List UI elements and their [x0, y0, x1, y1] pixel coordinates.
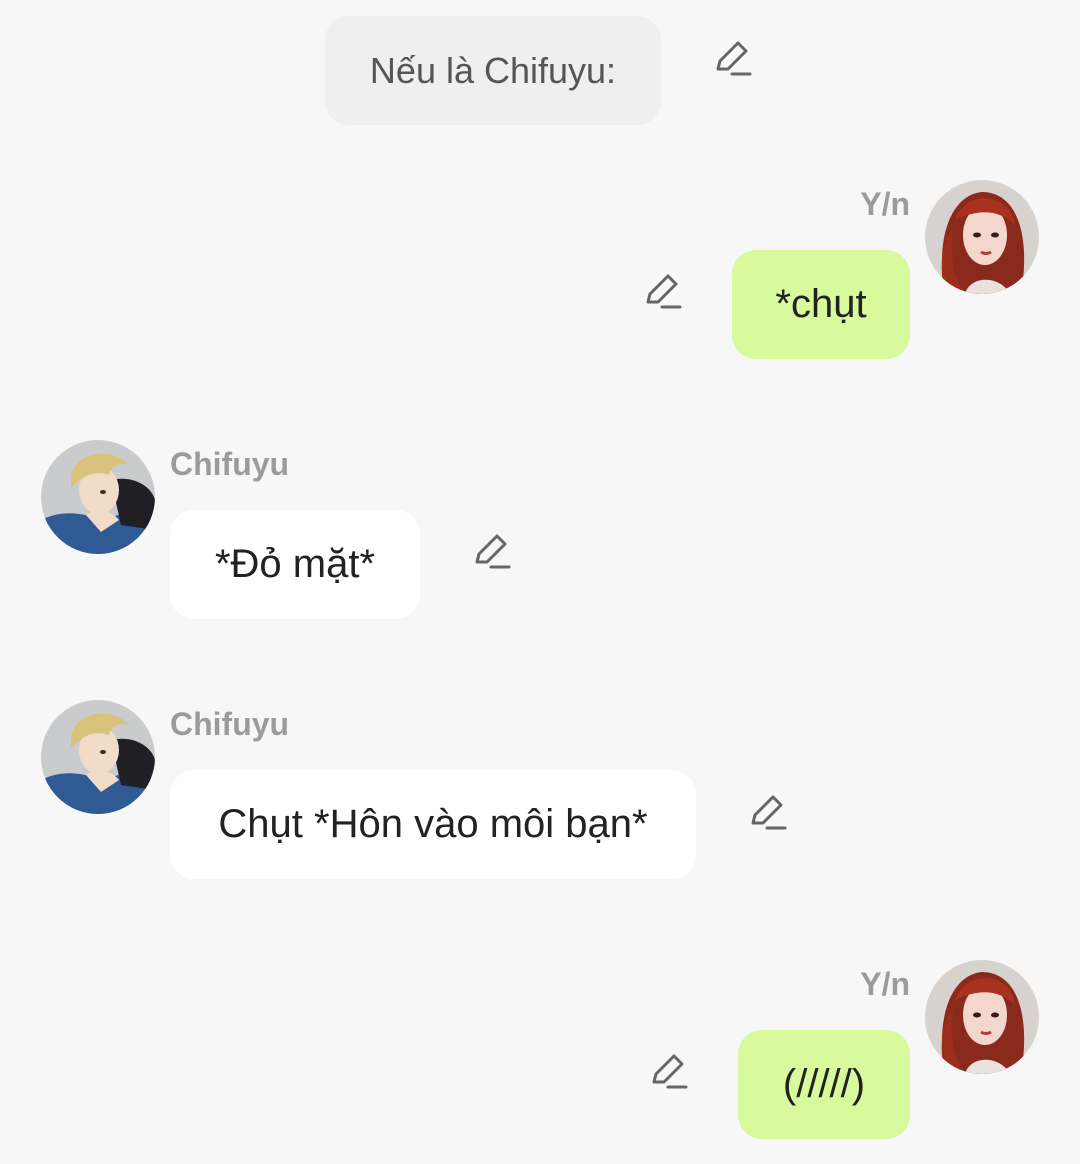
edit-pencil-icon[interactable]: [471, 532, 511, 572]
message-text: (/////): [782, 1062, 866, 1106]
message-bubble-chifuyu[interactable]: *Đỏ mặt*: [170, 510, 420, 619]
sender-name-chifuyu: Chifuyu: [170, 446, 290, 482]
edit-pencil-icon[interactable]: [712, 39, 752, 79]
avatar-yn[interactable]: [925, 180, 1039, 294]
sender-name-yn: Y/n: [860, 186, 910, 222]
sender-name-yn: Y/n: [860, 966, 910, 1002]
message-bubble-chifuyu[interactable]: Chụt *Hôn vào môi bạn*: [170, 770, 696, 879]
message-text: *chụt: [775, 282, 867, 326]
message-bubble-yn[interactable]: (/////): [738, 1030, 910, 1139]
message-bubble-yn[interactable]: *chụt: [732, 250, 910, 359]
avatar-yn[interactable]: [925, 960, 1039, 1074]
edit-pencil-icon[interactable]: [648, 1052, 688, 1092]
avatar-chifuyu[interactable]: [41, 700, 155, 814]
narration-text: Nếu là Chifuyu:: [369, 49, 617, 91]
avatar-chifuyu[interactable]: [41, 440, 155, 554]
message-text: Chụt *Hôn vào môi bạn*: [218, 802, 648, 846]
edit-pencil-icon[interactable]: [747, 793, 787, 833]
edit-pencil-icon[interactable]: [642, 272, 682, 312]
narration-bubble[interactable]: Nếu là Chifuyu:: [325, 16, 661, 125]
sender-name-chifuyu: Chifuyu: [170, 706, 290, 742]
message-text: *Đỏ mặt*: [214, 542, 376, 586]
